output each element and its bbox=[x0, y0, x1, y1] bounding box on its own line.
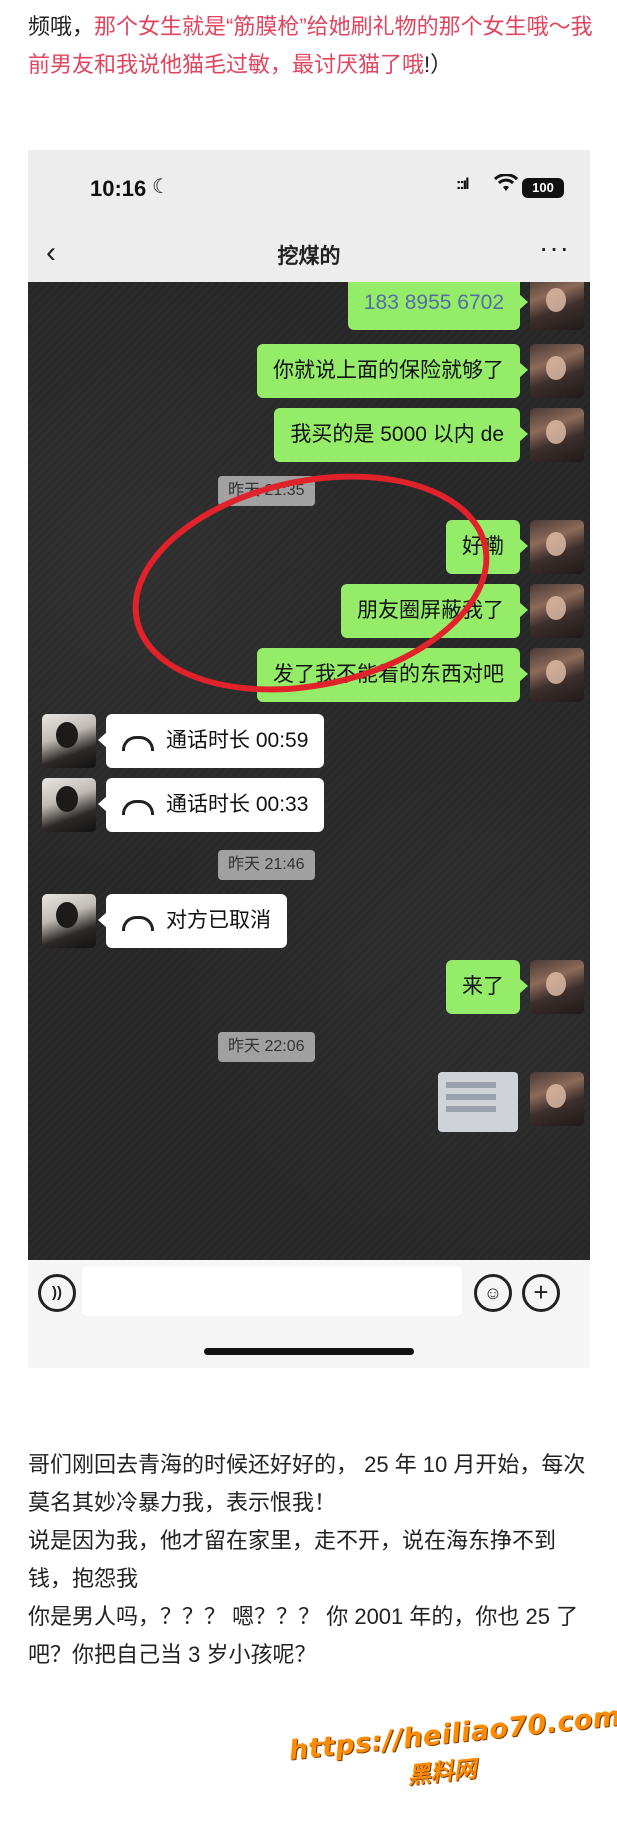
my-avatar[interactable] bbox=[530, 408, 584, 462]
status-bar: 10:16 ☾ ::ıl 100 bbox=[28, 150, 590, 226]
body-line: 说是因为我，他才留在家里，走不开，说在海东挣不到钱，抱怨我 bbox=[28, 1528, 557, 1591]
contact-avatar[interactable] bbox=[42, 714, 96, 768]
watermark: https://heiliao70.com 黑料网 bbox=[287, 1701, 617, 1803]
intro-text-start: 频哦， bbox=[28, 14, 95, 39]
my-avatar[interactable] bbox=[530, 520, 584, 574]
phone-handset-icon bbox=[122, 915, 154, 931]
status-time: 10:16 bbox=[90, 176, 147, 201]
body-paragraph: 哥们刚回去青海的时候还好好的， 25 年 10 月开始，每次莫名其妙冷暴力我，表… bbox=[28, 1446, 593, 1674]
call-duration-text: 通话时长 00:59 bbox=[166, 729, 309, 752]
my-avatar[interactable] bbox=[530, 960, 584, 1014]
more-options-icon[interactable]: ··· bbox=[539, 232, 570, 264]
home-indicator bbox=[204, 1348, 414, 1355]
my-avatar[interactable] bbox=[530, 648, 584, 702]
call-record-bubble[interactable]: 通话时长 00:33 bbox=[97, 778, 325, 832]
signal-icon: ::ıl bbox=[456, 176, 469, 193]
wifi-icon bbox=[493, 173, 519, 198]
my-avatar[interactable] bbox=[530, 1072, 584, 1126]
emoji-icon[interactable]: ☺ bbox=[474, 1274, 512, 1312]
message-bubble[interactable]: 来了 bbox=[446, 960, 528, 1014]
phone-handset-icon bbox=[122, 735, 154, 751]
chat-screenshot: 10:16 ☾ ::ıl 100 ‹ 挖煤的 ··· 183 8955 6702… bbox=[28, 150, 590, 1368]
message-bubble[interactable]: 你就说上面的保险就够了 bbox=[257, 344, 528, 398]
call-record-bubble[interactable]: 对方已取消 bbox=[98, 894, 287, 948]
contact-avatar[interactable] bbox=[42, 894, 96, 948]
contact-avatar[interactable] bbox=[42, 778, 96, 832]
body-line: 哥们刚回去青海的时候还好好的， 25 年 10 月开始，每次莫名其妙冷暴力我，表… bbox=[28, 1452, 586, 1515]
intro-highlight-text: 那个女生就是“筋膜枪”给她刷礼物的那个女生哦～我前男友和我说他猫毛过敏，最讨厌猫… bbox=[28, 14, 593, 77]
chat-input-bar: )) ☺ + bbox=[28, 1260, 590, 1368]
intro-paragraph: 频哦，那个女生就是“筋膜枪”给她刷礼物的那个女生哦～我前男友和我说他猫毛过敏，最… bbox=[28, 8, 593, 84]
voice-input-icon[interactable]: )) bbox=[38, 1274, 76, 1312]
call-duration-text: 通话时长 00:33 bbox=[166, 793, 309, 816]
body-line: 你是男人吗，？？？ 嗯？？？ 你 2001 年的，你也 25 了吧？你把自己当 … bbox=[28, 1604, 579, 1667]
battery-icon: 100 bbox=[522, 178, 564, 198]
chat-message-area[interactable]: 183 8955 6702 你就说上面的保险就够了 我买的是 5000 以内 d… bbox=[28, 282, 590, 1260]
moon-icon: ☾ bbox=[152, 176, 170, 198]
my-avatar[interactable] bbox=[530, 584, 584, 638]
intro-text-end: !） bbox=[424, 52, 453, 77]
my-avatar[interactable] bbox=[530, 344, 584, 398]
chat-title: 挖煤的 bbox=[277, 245, 341, 268]
phone-handset-icon bbox=[122, 799, 154, 815]
call-status-text: 对方已取消 bbox=[166, 909, 271, 932]
chat-navbar: ‹ 挖煤的 ··· bbox=[28, 226, 590, 282]
timestamp: 昨天 22:06 bbox=[218, 1032, 315, 1062]
image-message-thumbnail[interactable] bbox=[438, 1072, 518, 1132]
timestamp: 昨天 21:46 bbox=[218, 850, 315, 880]
call-record-bubble[interactable]: 通话时长 00:59 bbox=[97, 714, 325, 768]
plus-icon[interactable]: + bbox=[522, 1274, 560, 1312]
my-avatar[interactable] bbox=[530, 282, 584, 330]
message-bubble[interactable]: 我买的是 5000 以内 de bbox=[274, 408, 528, 462]
message-input[interactable] bbox=[82, 1266, 462, 1316]
message-bubble[interactable]: 183 8955 6702 bbox=[347, 282, 529, 330]
